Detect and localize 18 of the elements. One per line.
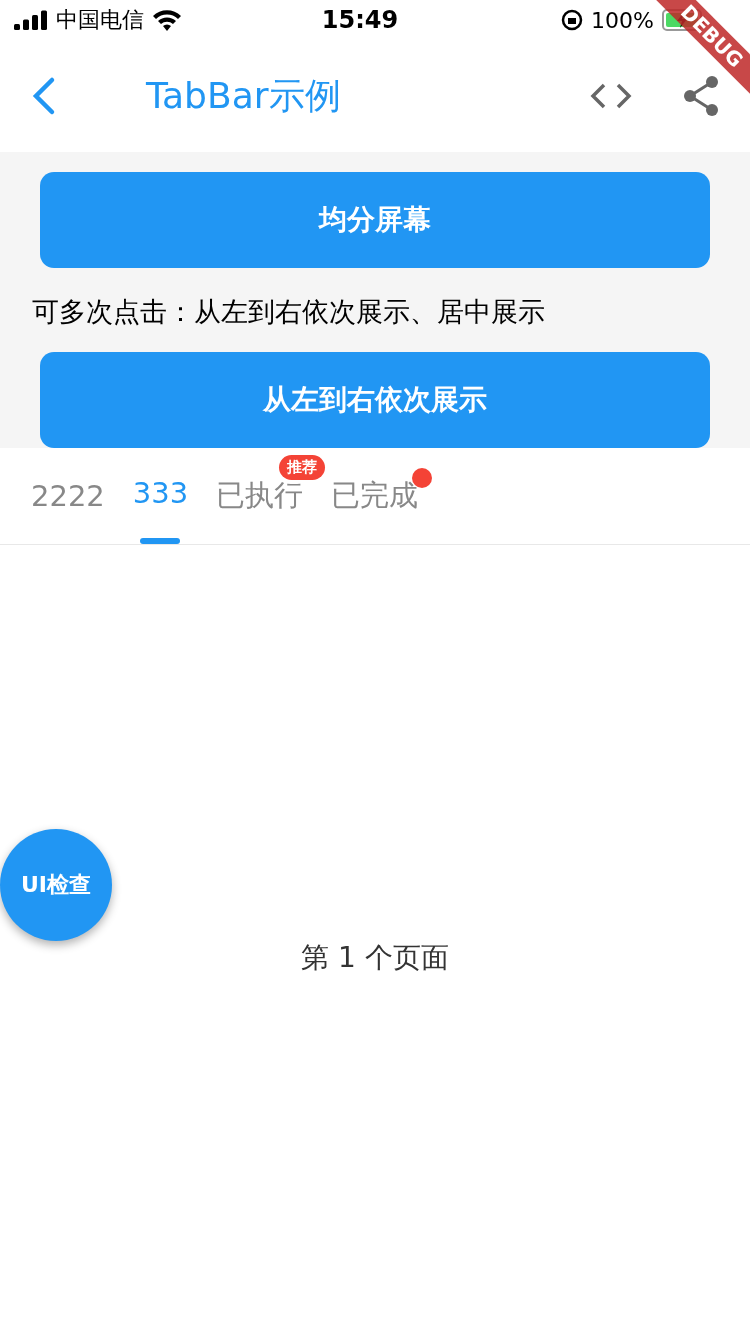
clock-time: 15:49: [321, 6, 399, 34]
carrier-name: 中国电信: [56, 6, 144, 34]
split-screen-button[interactable]: 均分屏幕: [40, 172, 710, 268]
tab-badge: 推荐: [279, 455, 326, 480]
signal-icon: [14, 10, 48, 30]
tab-indicator: [140, 538, 181, 544]
share-icon[interactable]: [682, 75, 720, 117]
code-icon[interactable]: [590, 81, 632, 111]
battery-percent: 100%: [591, 7, 654, 33]
sequence-button[interactable]: 从左到右依次展示: [40, 352, 710, 448]
rotation-lock-icon: [561, 9, 584, 31]
tab[interactable]: 333: [118, 448, 203, 538]
page-title: TabBar示例: [146, 73, 342, 118]
hint-text: 可多次点击：从左到右依次展示、居中展示: [32, 295, 546, 329]
wifi-icon: [152, 9, 182, 31]
tab[interactable]: 2222: [17, 448, 119, 544]
ui-inspect-button[interactable]: UI检查: [0, 829, 112, 941]
page-text: 第 1 个页面: [301, 940, 449, 976]
